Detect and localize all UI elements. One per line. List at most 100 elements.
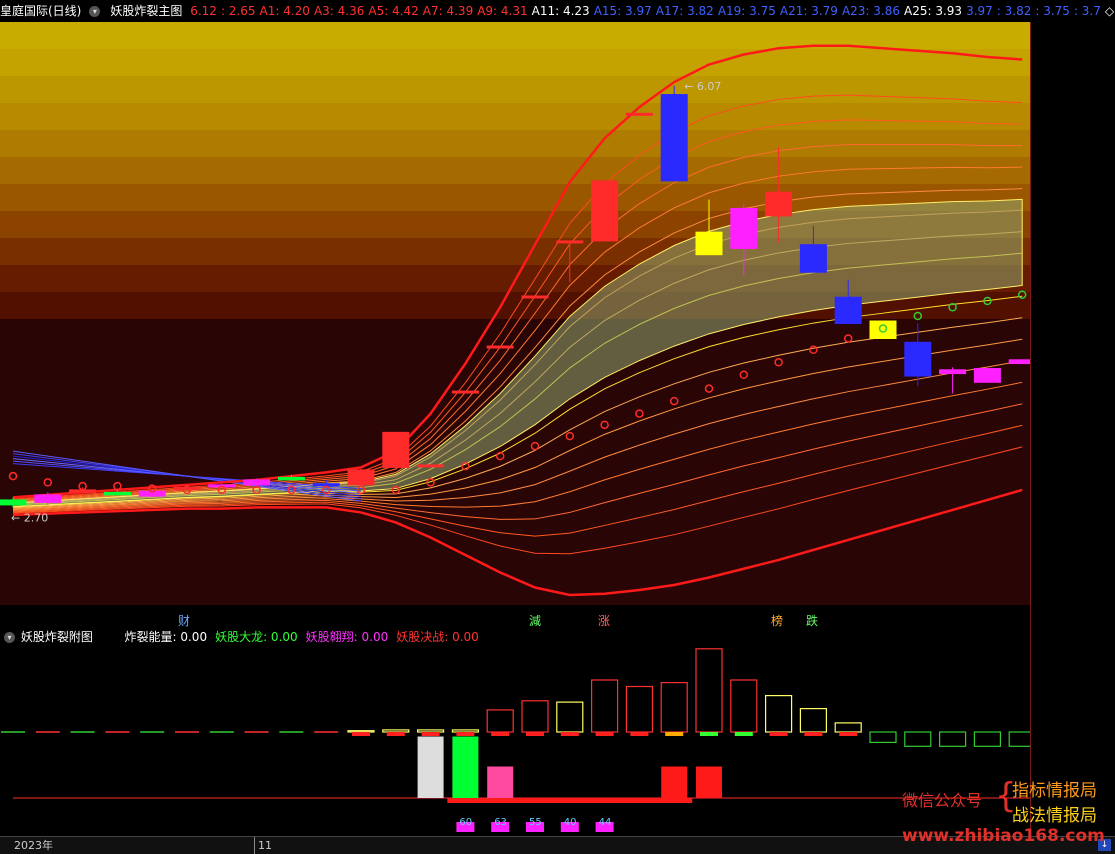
watermark-brand2: 战法情报局: [1012, 806, 1097, 826]
sub-value: 妖股翱翔: 0.00: [305, 630, 389, 644]
watermark-brand1: 指标情报局: [1012, 781, 1097, 801]
sub-header: ▾ 妖股炸裂附图 炸裂能量: 0.00 妖股大龙: 0.00 妖股翱翔: 0.00 妖…: [0, 628, 1030, 646]
bg-band: [0, 130, 1030, 157]
bg-band: [0, 157, 1030, 184]
base-bar: [621, 798, 658, 803]
header-value: : 3.7: [1073, 4, 1101, 18]
header-value: A11: 4.23: [531, 4, 590, 18]
bottom-label-text: 40: [564, 817, 577, 828]
dragon-bar: [452, 736, 479, 798]
collapse-icon[interactable]: ▾: [89, 6, 101, 17]
candle-body: [904, 341, 932, 377]
header-value: : 3.75: [1035, 4, 1070, 18]
candle-body: [730, 207, 758, 249]
year-label: 2023年: [14, 839, 53, 852]
base-bar: [447, 798, 484, 803]
candle-body: [243, 479, 271, 486]
sub-value: 妖股大龙: 0.00: [215, 630, 298, 644]
candle-body: [695, 231, 723, 256]
candle-body: [417, 464, 445, 468]
dragon-bar: [661, 766, 688, 798]
header-value: A21: 3.79: [779, 4, 838, 18]
header-value: A19: 3.75: [717, 4, 776, 18]
candle-body: [834, 296, 862, 325]
collapse-icon[interactable]: ▾: [4, 632, 15, 643]
event-marker-cai[interactable]: 财: [178, 612, 190, 629]
header-value: A1: 4.20: [259, 4, 310, 18]
candle-body: [625, 112, 653, 116]
dragon-bar: [487, 766, 514, 798]
header-value: A17: 3.82: [655, 4, 714, 18]
main-header: 皇庭国际(日线) ▾ 妖股炸裂主图 6.12: 2.65 A1: 4.20 A3: 4.…: [0, 0, 1115, 22]
bg-band: [0, 49, 1030, 76]
sub-bg: [0, 646, 1030, 836]
watermark-url: www.zhibiao168.com: [902, 826, 1105, 846]
month-label: 11: [254, 837, 272, 854]
energy-marker: [839, 732, 858, 736]
candle-body: [799, 244, 827, 273]
bottom-label-text: 44: [599, 817, 612, 828]
candle-body: [1008, 359, 1030, 365]
header-value: ◇: [1104, 4, 1115, 18]
candle-body: [347, 469, 375, 486]
energy-marker: [769, 732, 788, 736]
sub-value: 妖股决战: 0.00: [396, 630, 479, 644]
candle-body: [869, 320, 897, 340]
candle-body: [973, 368, 1001, 383]
event-marker-jian[interactable]: 減: [529, 612, 541, 629]
energy-marker: [630, 732, 649, 736]
candle-body: [277, 476, 305, 481]
header-value: A3: 4.36: [313, 4, 365, 18]
header-value: : 2.65: [220, 4, 256, 18]
event-marker-die[interactable]: 跌: [806, 612, 818, 629]
event-marker-bang[interactable]: 榜: [771, 612, 783, 629]
candle-body: [0, 499, 27, 506]
indicator-values: 6.12: 2.65 A1: 4.20 A3: 4.36 A5: 4.42 A7: 4.…: [190, 4, 1115, 18]
header-value: A25: 3.93: [904, 4, 963, 18]
header-value: A15: 3.97: [593, 4, 652, 18]
bg-band: [0, 76, 1030, 103]
energy-marker: [560, 732, 579, 736]
event-marker-zhang[interactable]: 涨: [598, 612, 610, 629]
energy-marker: [595, 732, 614, 736]
energy-marker: [386, 732, 405, 736]
sub-chart[interactable]: 60 63 55 40 44: [0, 646, 1030, 836]
energy-marker: [526, 732, 544, 736]
candle-body: [521, 295, 549, 299]
sub-indicator-name[interactable]: 妖股炸裂附图: [21, 630, 93, 644]
bottom-label-text: 63: [494, 817, 507, 828]
energy-marker: [700, 732, 718, 736]
indicator-name[interactable]: 妖股炸裂主图: [110, 4, 182, 18]
candle-body: [451, 390, 479, 394]
header-value: : 3.82: [996, 4, 1032, 18]
base-bar: [656, 798, 693, 803]
candle-body: [312, 483, 340, 487]
candle-body: [939, 369, 967, 375]
watermark-wechat: 微信公众号: [902, 791, 983, 810]
price-axis[interactable]: [1030, 22, 1115, 830]
dragon-bar: [696, 766, 722, 798]
energy-marker: [491, 732, 510, 736]
candle-body: [173, 486, 201, 490]
candle-body: [382, 431, 410, 468]
candle-body: [765, 191, 793, 217]
header-value: 6.12: [190, 4, 217, 18]
energy-marker: [804, 732, 823, 736]
energy-marker: [456, 732, 475, 736]
sub-indicator-values: 炸裂能量: 0.00 妖股大龙: 0.00 妖股翱翔: 0.00 妖股决战: 0.00: [125, 630, 487, 644]
bg-panel: [0, 319, 1030, 605]
energy-marker: [734, 732, 753, 736]
candle-body: [486, 345, 514, 349]
energy-marker: [352, 732, 370, 736]
bottom-label-text: 60: [459, 817, 472, 828]
bg-band: [0, 103, 1030, 130]
header-value: A7: 4.39: [422, 4, 474, 18]
candle-body: [103, 491, 131, 496]
main-chart[interactable]: ← 6.07 ← 2.70: [0, 22, 1030, 605]
base-bar: [482, 798, 519, 803]
candle-body: [660, 94, 688, 182]
base-bar: [517, 798, 553, 803]
base-bar: [586, 798, 623, 803]
energy-marker: [665, 732, 684, 736]
base-bar: [551, 798, 588, 803]
